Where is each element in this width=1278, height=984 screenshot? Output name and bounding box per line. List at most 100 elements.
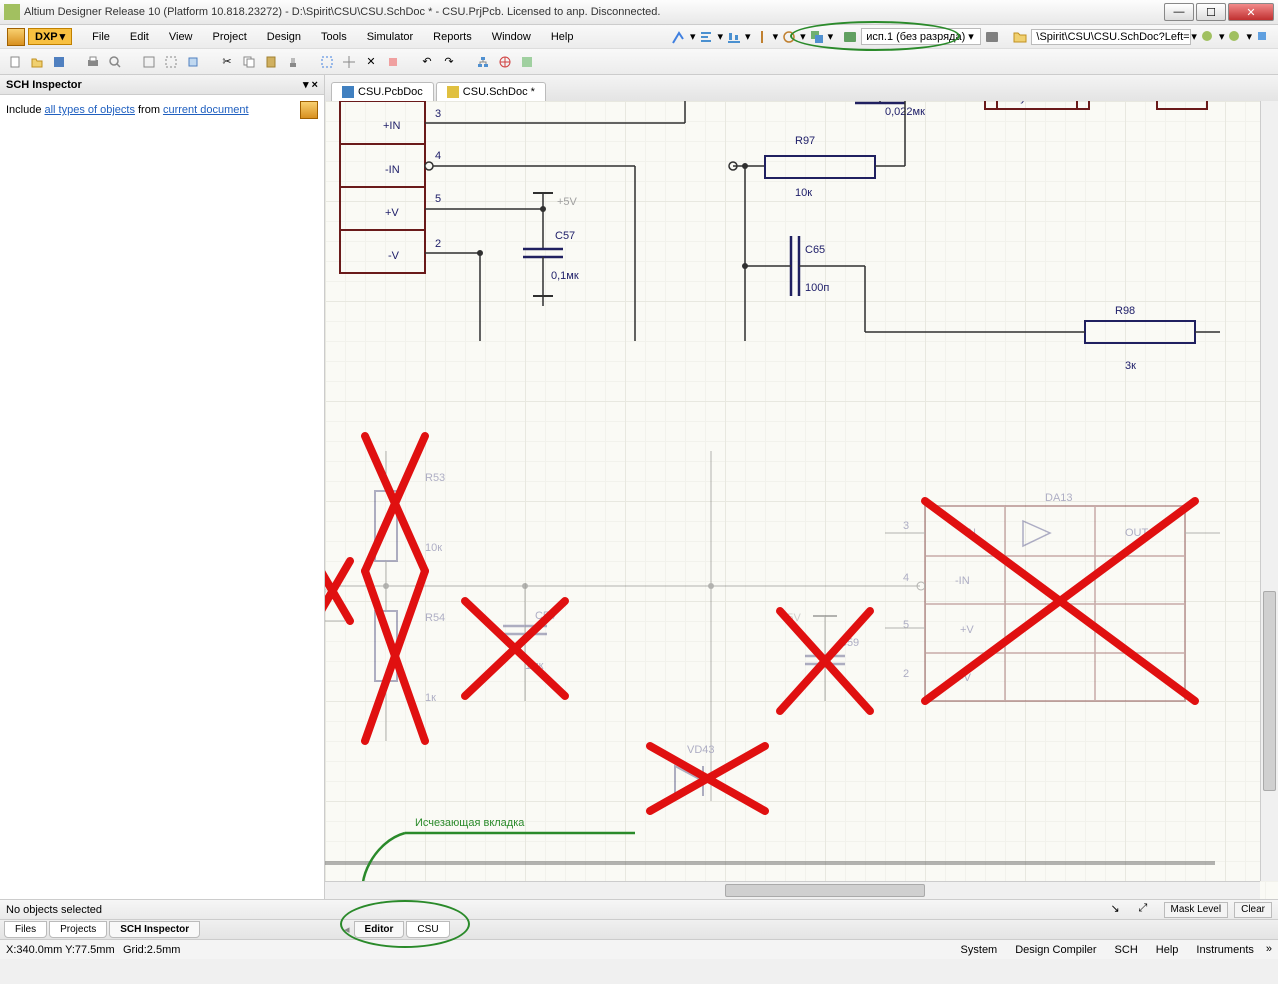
close-button[interactable]: ✕	[1228, 3, 1274, 21]
minimize-button[interactable]: —	[1164, 3, 1194, 21]
browse-icon[interactable]	[518, 53, 536, 71]
menu-file[interactable]: File	[82, 29, 120, 45]
deselect-icon[interactable]: ✕	[362, 53, 380, 71]
schematic-canvas[interactable]: +IN -IN +V -V 3 4 5 2	[325, 101, 1225, 899]
layers-icon[interactable]	[809, 29, 825, 45]
menu-window[interactable]: Window	[482, 29, 541, 45]
filter-include-label: Include	[6, 104, 41, 116]
path-combo[interactable]: \Spirit\CSU\CSU.SchDoc?Left=12	[1031, 29, 1191, 45]
print-icon[interactable]	[84, 53, 102, 71]
dropdown-arrow-icon[interactable]: ▾	[1191, 30, 1197, 43]
move-icon[interactable]	[340, 53, 358, 71]
filter-icon[interactable]	[300, 101, 318, 119]
filter-doc-link[interactable]: current document	[163, 104, 249, 116]
selection-status: No objects selected	[6, 904, 102, 916]
svg-text:GN: GN	[1163, 101, 1180, 104]
dropdown-arrow-icon[interactable]: ▾	[745, 30, 751, 43]
dropdown-arrow-icon[interactable]: ▾	[690, 30, 696, 43]
spacer-icon[interactable]	[754, 29, 770, 45]
zoom-fit-icon[interactable]	[140, 53, 158, 71]
nav-home-icon[interactable]	[1255, 29, 1271, 45]
vertical-scrollbar[interactable]	[1260, 101, 1278, 881]
svg-text:2: 2	[903, 668, 909, 680]
dropdown-arrow-icon[interactable]: ▾	[718, 30, 724, 43]
tab-csu[interactable]: CSU	[406, 921, 449, 938]
cut-icon[interactable]: ✂	[218, 53, 236, 71]
svg-text:5: 5	[435, 193, 441, 205]
preview-icon[interactable]	[106, 53, 124, 71]
dropdown-arrow-icon[interactable]: ▾	[773, 30, 779, 43]
menu-design[interactable]: Design	[257, 29, 311, 45]
folder-icon[interactable]	[1012, 29, 1028, 45]
zoom-area-icon[interactable]	[162, 53, 180, 71]
nav-prev-icon[interactable]	[1200, 29, 1216, 45]
clear-sel-icon[interactable]	[384, 53, 402, 71]
mask-arrow-icon[interactable]: ↘	[1111, 902, 1127, 918]
svg-text:R97: R97	[795, 135, 815, 147]
tool-icon[interactable]	[671, 29, 687, 45]
status-grid: Grid:2.5mm	[123, 944, 180, 956]
tab-projects[interactable]: Projects	[49, 921, 107, 938]
mask-expand-icon[interactable]: ⤢	[1139, 902, 1155, 918]
hscroll-thumb[interactable]	[725, 884, 925, 897]
redo-icon[interactable]: ↷	[440, 53, 458, 71]
dropdown-arrow-icon[interactable]: ▾	[828, 30, 834, 43]
cross-probe-icon[interactable]	[496, 53, 514, 71]
menu-edit[interactable]: Edit	[120, 29, 159, 45]
menu-tools[interactable]: Tools	[311, 29, 357, 45]
horizontal-scrollbar[interactable]	[325, 881, 1260, 899]
status-design-compiler[interactable]: Design Compiler	[1009, 943, 1102, 957]
clear-button[interactable]: Clear	[1234, 902, 1272, 918]
status-sch[interactable]: SCH	[1109, 943, 1144, 957]
circle-icon[interactable]	[781, 29, 797, 45]
variant-manage-icon[interactable]	[984, 29, 1000, 45]
doc-tab-pcb[interactable]: CSU.PcbDoc	[331, 82, 434, 101]
dropdown-arrow-icon[interactable]: ▾	[1219, 30, 1225, 43]
status-chevron-icon[interactable]: »	[1266, 943, 1272, 957]
maximize-button[interactable]: ☐	[1196, 3, 1226, 21]
home-icon[interactable]	[7, 28, 25, 46]
svg-text:4: 4	[435, 150, 441, 162]
svg-text:+IN: +IN	[383, 120, 400, 132]
open-icon[interactable]	[28, 53, 46, 71]
svg-text:+V: +V	[960, 624, 974, 636]
select-rect-icon[interactable]	[318, 53, 336, 71]
status-instruments[interactable]: Instruments	[1190, 943, 1259, 957]
doc-tab-sch[interactable]: CSU.SchDoc *	[436, 82, 546, 101]
nav-next-icon[interactable]	[1227, 29, 1243, 45]
app-icon	[4, 4, 20, 20]
svg-text:3к: 3к	[1125, 360, 1136, 372]
menu-project[interactable]: Project	[203, 29, 257, 45]
svg-text:+5V: +5V	[557, 196, 578, 208]
panel-menu-icon[interactable]: ▾ ×	[303, 78, 318, 91]
variant-icon[interactable]	[842, 29, 858, 45]
zoom-sel-icon[interactable]	[184, 53, 202, 71]
svg-text:Исчезающая вкладка: Исчезающая вкладка	[415, 817, 525, 829]
tab-editor[interactable]: Editor	[354, 921, 405, 938]
menu-help[interactable]: Help	[541, 29, 584, 45]
filter-types-link[interactable]: all types of objects	[44, 104, 135, 116]
hierarchy-icon[interactable]	[474, 53, 492, 71]
status-help[interactable]: Help	[1150, 943, 1185, 957]
paste-icon[interactable]	[262, 53, 280, 71]
status-system[interactable]: System	[955, 943, 1004, 957]
svg-text:VD43: VD43	[687, 744, 715, 756]
variant-dropdown[interactable]: исп.1 (без разряда) ▾	[861, 28, 981, 45]
vscroll-thumb[interactable]	[1263, 591, 1276, 791]
tab-sch-inspector[interactable]: SCH Inspector	[109, 921, 200, 938]
stamp-icon[interactable]	[284, 53, 302, 71]
align-left-icon[interactable]	[699, 29, 715, 45]
save-icon[interactable]	[50, 53, 68, 71]
menu-view[interactable]: View	[159, 29, 203, 45]
dropdown-arrow-icon[interactable]: ▾	[800, 30, 806, 43]
undo-icon[interactable]: ↶	[418, 53, 436, 71]
dropdown-arrow-icon[interactable]: ▾	[1246, 30, 1252, 43]
align-bottom-icon[interactable]	[726, 29, 742, 45]
tab-files[interactable]: Files	[4, 921, 47, 938]
menu-simulator[interactable]: Simulator	[357, 29, 423, 45]
mask-level-button[interactable]: Mask Level	[1164, 902, 1229, 918]
copy-icon[interactable]	[240, 53, 258, 71]
dxp-menu[interactable]: DXP ▾	[28, 28, 72, 45]
menu-reports[interactable]: Reports	[423, 29, 482, 45]
new-doc-icon[interactable]	[6, 53, 24, 71]
